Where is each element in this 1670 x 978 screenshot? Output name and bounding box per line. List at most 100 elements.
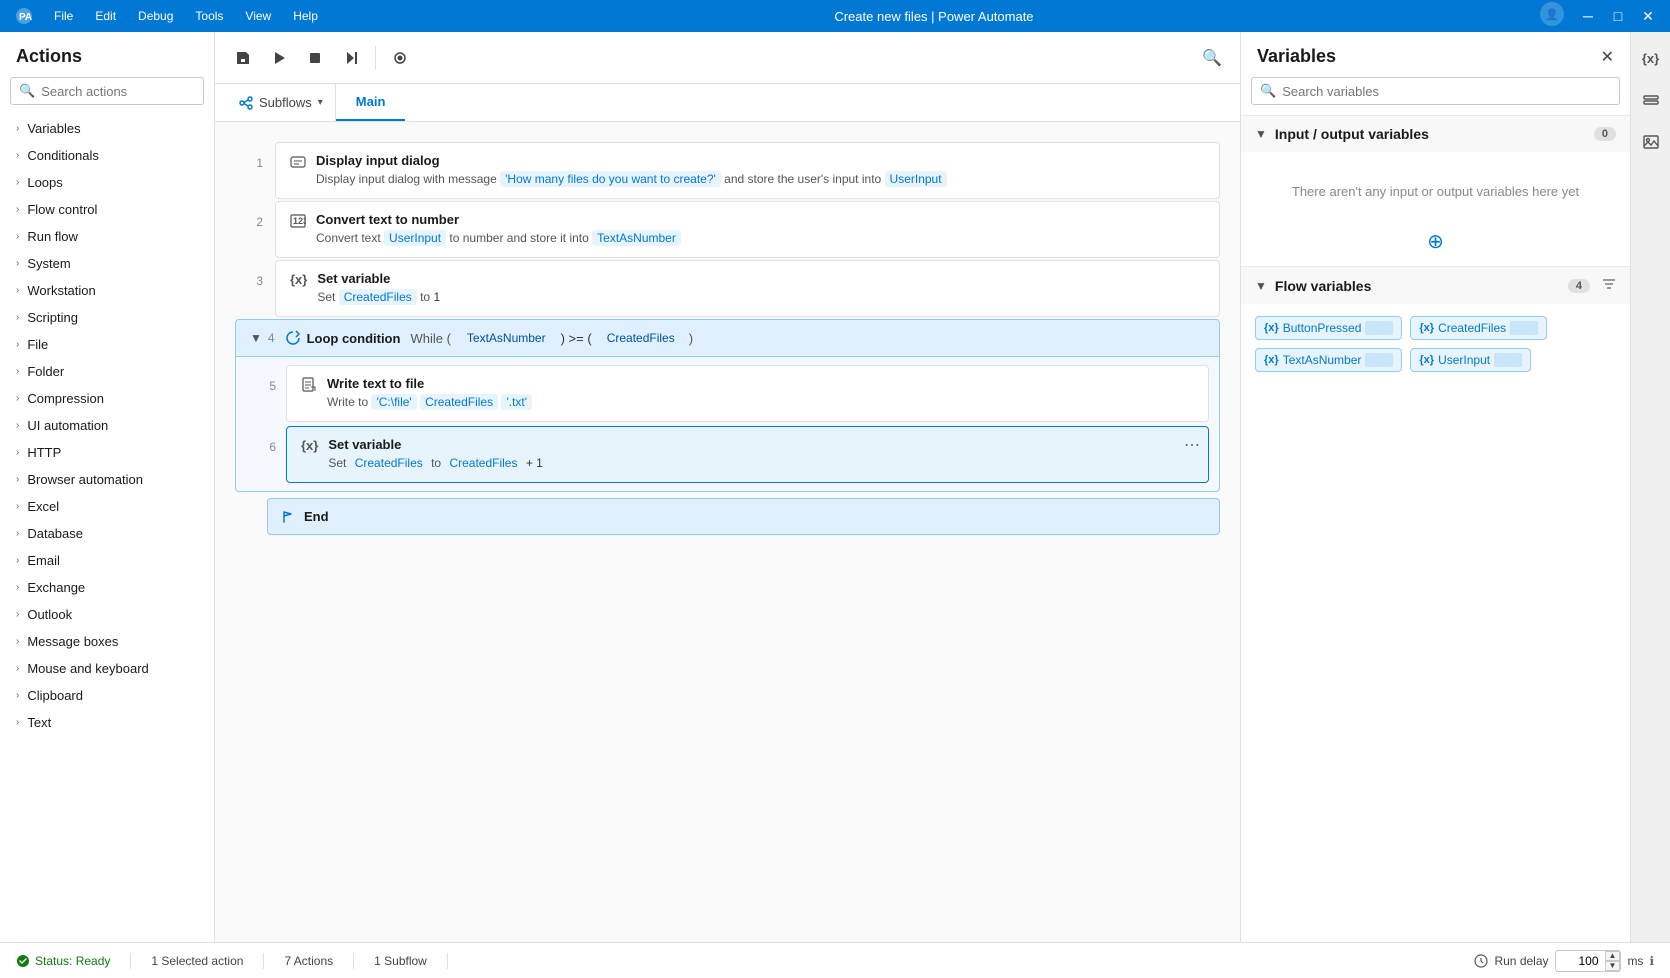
run-delay-decrement-button[interactable]: ▼ [1605, 961, 1621, 971]
action-item-http[interactable]: ›HTTP [0, 439, 214, 466]
step-2-icon: 123 [290, 213, 306, 234]
action-item-message-boxes[interactable]: ›Message boxes [0, 628, 214, 655]
var-chip-buttonpressed[interactable]: {x} ButtonPressed [1255, 316, 1402, 340]
action-item-email[interactable]: ›Email [0, 547, 214, 574]
action-item-flow-control[interactable]: ›Flow control [0, 196, 214, 223]
input-output-section: ▼ Input / output variables 0 There aren'… [1241, 115, 1630, 266]
subflows-button[interactable]: Subflows ▾ [227, 84, 336, 121]
add-variable-button[interactable]: ⊕ [1255, 229, 1616, 254]
side-icon-image-button[interactable] [1635, 126, 1667, 158]
run-delay-info-icon[interactable]: ℹ [1649, 954, 1654, 968]
flow-variables-section-title: Flow variables [1275, 278, 1560, 294]
actions-panel: Actions 🔍 ›Variables ›Conditionals ›Loop… [0, 32, 215, 942]
var-chip-userinput[interactable]: {x} UserInput [1410, 348, 1531, 372]
flow-vars-chevron-icon: ▼ [1255, 279, 1267, 293]
maximize-button[interactable]: □ [1604, 2, 1632, 30]
subflow-count: 1 Subflow [374, 954, 427, 968]
side-icon-x-button[interactable]: {x} [1635, 42, 1667, 74]
run-delay-input[interactable] [1556, 952, 1606, 970]
run-delay-increment-button[interactable]: ▲ [1605, 951, 1621, 961]
action-item-ui-automation[interactable]: ›UI automation [0, 412, 214, 439]
action-item-outlook[interactable]: ›Outlook [0, 601, 214, 628]
step-3-card[interactable]: {x} Set variable Set CreatedFiles to 1 [275, 260, 1220, 317]
variables-close-button[interactable]: ✕ [1601, 47, 1614, 67]
inner-step-5-var1: CreatedFiles [420, 394, 498, 410]
menu-edit[interactable]: Edit [85, 5, 126, 27]
variables-panel: Variables ✕ 🔍 ▼ Input / output variables… [1240, 32, 1630, 942]
var-icon: {x} [1419, 354, 1434, 366]
inner-step-6-card[interactable]: {x} Set variable Set CreatedFiles to Cre… [286, 426, 1209, 483]
app-icon: PA [8, 0, 40, 32]
action-item-compression[interactable]: ›Compression [0, 385, 214, 412]
step-1-message-var: 'How many files do you want to create?' [500, 171, 721, 187]
menu-tools[interactable]: Tools [185, 5, 233, 27]
step-more-button[interactable]: ⋯ [1184, 435, 1200, 455]
var-chip-createdfiles[interactable]: {x} CreatedFiles [1410, 316, 1547, 340]
status-divider-3 [353, 953, 354, 969]
side-icon-layers-button[interactable] [1635, 84, 1667, 116]
status-ok-icon [16, 954, 30, 968]
action-item-scripting[interactable]: ›Scripting [0, 304, 214, 331]
menu-view[interactable]: View [235, 5, 281, 27]
action-item-workstation[interactable]: ›Workstation [0, 277, 214, 304]
status-text: Status: Ready [35, 954, 110, 968]
user-avatar[interactable]: 👤 [1540, 2, 1564, 26]
minimize-button[interactable]: ─ [1574, 2, 1602, 30]
loop-icon [285, 330, 301, 346]
var-name-userinput: UserInput [1438, 353, 1490, 367]
action-item-file[interactable]: ›File [0, 331, 214, 358]
action-item-database[interactable]: ›Database [0, 520, 214, 547]
action-item-conditionals[interactable]: ›Conditionals [0, 142, 214, 169]
var-search-icon: 🔍 [1260, 83, 1276, 99]
menu-help[interactable]: Help [283, 5, 328, 27]
var-name-buttonpressed: ButtonPressed [1283, 321, 1362, 335]
action-item-folder[interactable]: ›Folder [0, 358, 214, 385]
action-item-loops[interactable]: ›Loops [0, 169, 214, 196]
record-button[interactable] [384, 42, 416, 74]
stop-button[interactable] [299, 42, 331, 74]
step-1-card[interactable]: Display input dialog Display input dialo… [275, 142, 1220, 199]
action-item-run-flow[interactable]: ›Run flow [0, 223, 214, 250]
menu-debug[interactable]: Debug [128, 5, 183, 27]
action-item-variables[interactable]: ›Variables [0, 115, 214, 142]
search-actions-input[interactable] [41, 84, 195, 99]
filter-variables-button[interactable] [1602, 277, 1616, 294]
loop-4-header[interactable]: ▼ 4 Loop condition While ( TextAsNumber … [235, 319, 1220, 357]
action-item-system[interactable]: ›System [0, 250, 214, 277]
step-2-card[interactable]: 123 Convert text to number Convert text … [275, 201, 1220, 258]
run-button[interactable] [263, 42, 295, 74]
action-item-mouse-keyboard[interactable]: ›Mouse and keyboard [0, 655, 214, 682]
menu-file[interactable]: File [44, 5, 83, 27]
action-item-text[interactable]: ›Text [0, 709, 214, 736]
action-item-exchange[interactable]: ›Exchange [0, 574, 214, 601]
var-chip-textasnumber[interactable]: {x} TextAsNumber [1255, 348, 1402, 372]
loop-var1: TextAsNumber [461, 330, 552, 346]
close-button[interactable]: ✕ [1634, 2, 1662, 30]
search-flow-button[interactable]: 🔍 [1196, 42, 1228, 74]
input-output-section-header[interactable]: ▼ Input / output variables 0 [1241, 116, 1630, 152]
step-button[interactable] [335, 42, 367, 74]
inner-step-5-card[interactable]: Write text to file Write to 'C:\file' Cr… [286, 365, 1209, 422]
end-block[interactable]: End [267, 498, 1220, 535]
save-button[interactable] [227, 42, 259, 74]
var-icon: {x} [1264, 322, 1279, 334]
action-item-excel[interactable]: ›Excel [0, 493, 214, 520]
tabs-bar: Subflows ▾ Main [215, 84, 1240, 122]
action-item-browser-automation[interactable]: ›Browser automation [0, 466, 214, 493]
action-item-clipboard[interactable]: ›Clipboard [0, 682, 214, 709]
tab-main[interactable]: Main [336, 84, 406, 121]
inner-step-6-icon: {x} [301, 438, 318, 453]
run-delay-clock-icon [1474, 954, 1488, 968]
step-2-container: 2 123 Convert text to number Convert tex… [215, 201, 1240, 260]
search-variables-input[interactable] [1282, 84, 1611, 99]
total-actions-count: 7 Actions [284, 954, 333, 968]
statusbar: Status: Ready 1 Selected action 7 Action… [0, 942, 1670, 978]
loop-number: 4 [268, 331, 275, 345]
loop-close-paren: ) [689, 331, 693, 346]
input-output-section-title: Input / output variables [1275, 126, 1586, 142]
status-divider-1 [130, 953, 131, 969]
status-divider-4 [447, 953, 448, 969]
svg-text:123: 123 [293, 216, 306, 226]
side-icons-panel: {x} [1630, 32, 1670, 942]
flow-variables-section-header[interactable]: ▼ Flow variables 4 [1241, 267, 1630, 304]
